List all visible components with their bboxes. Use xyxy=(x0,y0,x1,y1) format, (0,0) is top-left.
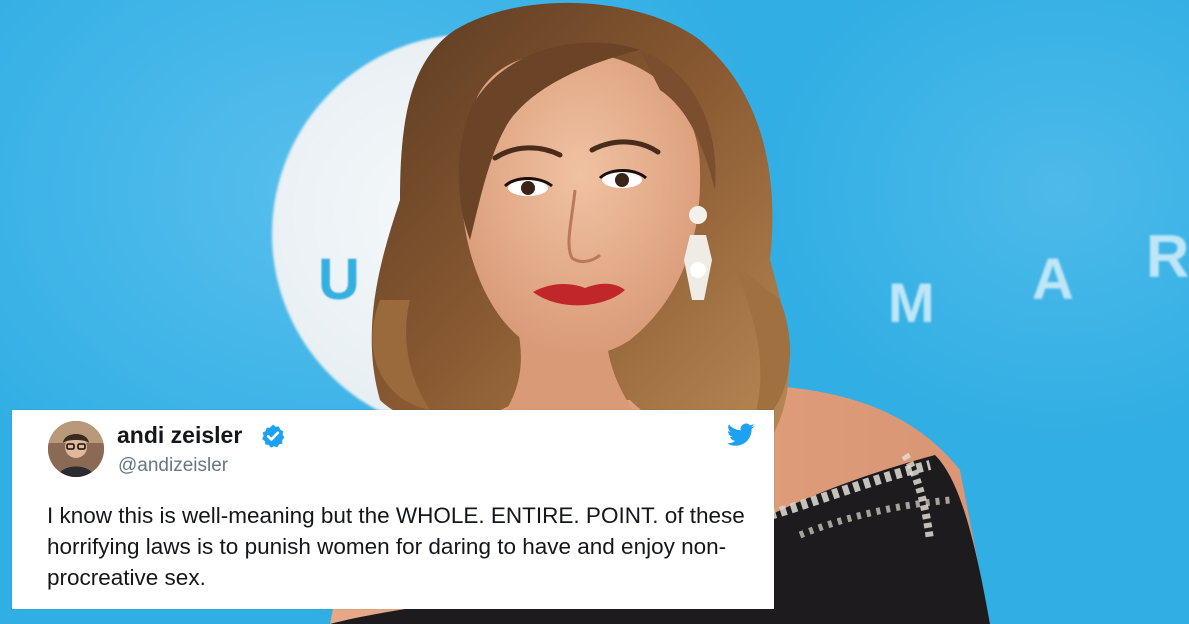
twitter-bird-icon[interactable] xyxy=(727,423,755,447)
avatar[interactable] xyxy=(48,421,104,477)
verified-badge-icon xyxy=(262,424,285,448)
tweet-card[interactable]: andi zeisler @andizeisler I know this is… xyxy=(12,410,774,609)
avatar-photo xyxy=(48,421,104,477)
tweet-text: I know this is well-meaning but the WHOL… xyxy=(47,503,745,590)
author-name[interactable]: andi zeisler xyxy=(117,422,242,449)
news-image: U M A R andi zeisler @andizeisler I know… xyxy=(0,0,1189,624)
author-handle[interactable]: @andizeisler xyxy=(118,455,228,477)
